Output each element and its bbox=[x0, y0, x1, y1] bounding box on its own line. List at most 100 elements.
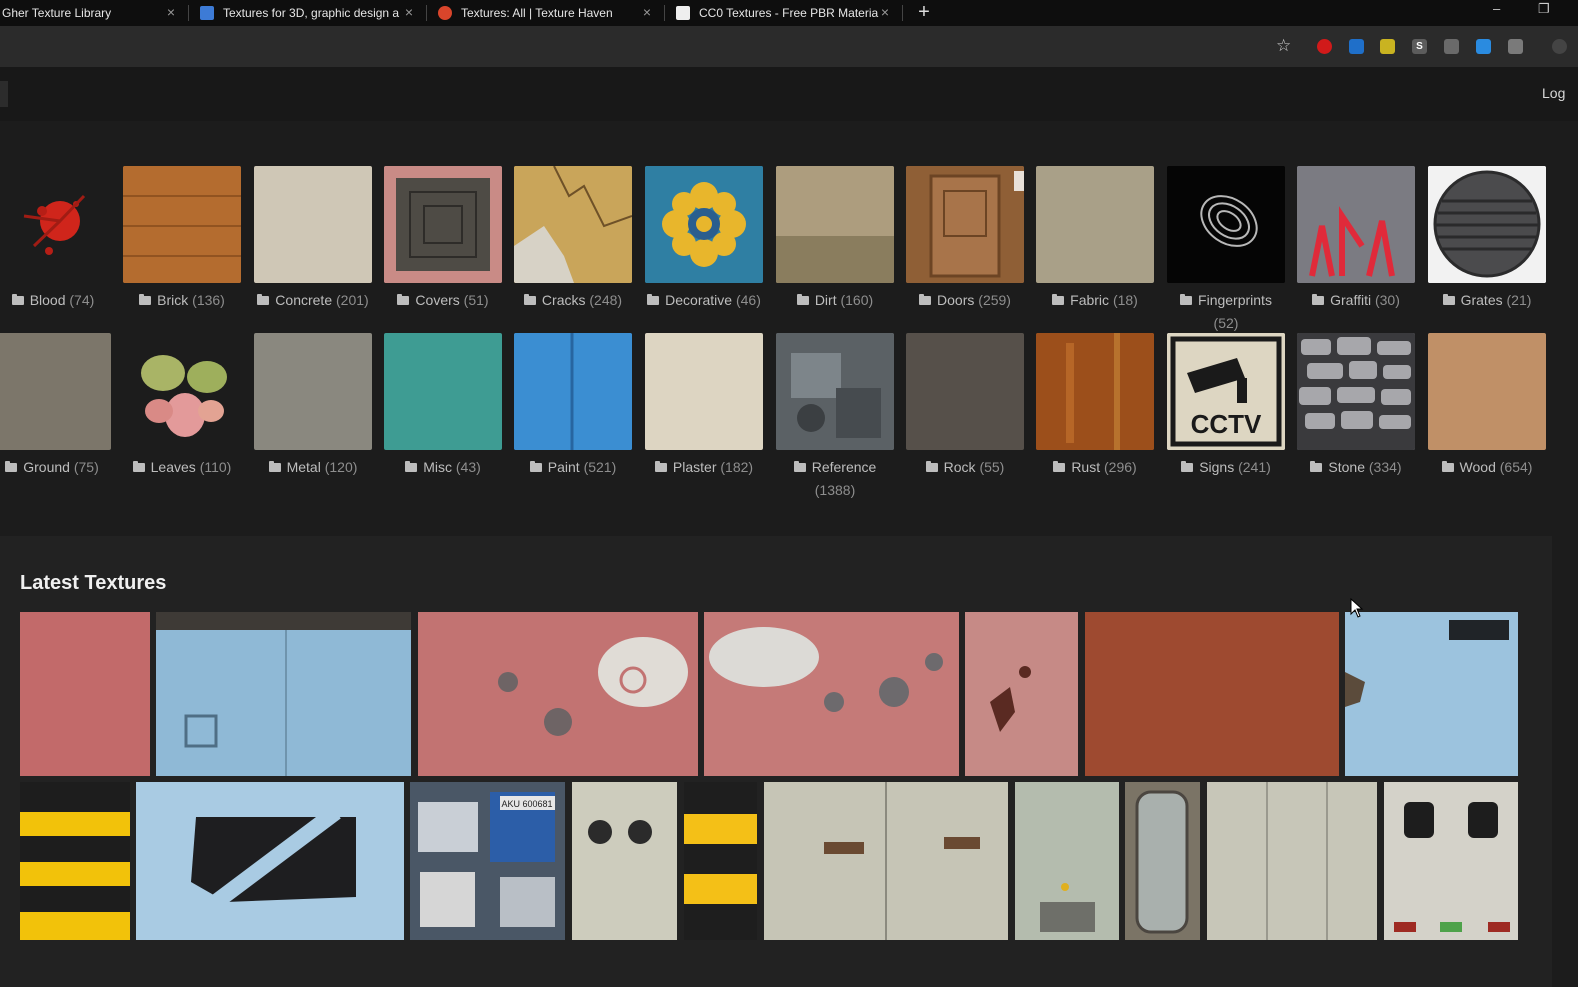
texture-tile[interactable] bbox=[20, 612, 150, 776]
category-brick[interactable]: Brick (136) bbox=[123, 166, 241, 312]
category-count: (248) bbox=[589, 292, 623, 308]
notes-icon[interactable] bbox=[1380, 39, 1395, 54]
tab-separator bbox=[664, 5, 665, 21]
texture-tile[interactable] bbox=[1015, 782, 1119, 940]
category-thumbnail bbox=[906, 333, 1024, 450]
texture-tile[interactable] bbox=[1125, 782, 1200, 940]
category-name: Reference bbox=[811, 459, 877, 475]
s-extension-icon[interactable]: S bbox=[1412, 39, 1427, 54]
translate-icon[interactable] bbox=[1349, 39, 1364, 54]
category-ground[interactable]: Ground (75) bbox=[0, 333, 111, 479]
category-name: Brick bbox=[157, 292, 189, 308]
category-count: (136) bbox=[192, 292, 225, 308]
eye-dropper-icon[interactable] bbox=[1444, 39, 1459, 54]
category-thumbnail bbox=[123, 333, 241, 450]
category-covers[interactable]: Covers (51) bbox=[384, 166, 502, 312]
category-thumbnail bbox=[1297, 333, 1415, 450]
folder-icon bbox=[268, 461, 281, 472]
site-header: Log bbox=[0, 67, 1578, 121]
category-count: (51) bbox=[463, 292, 489, 308]
category-reference[interactable]: Reference (1388) bbox=[776, 333, 894, 502]
tab-title: CC0 Textures - Free PBR Materia bbox=[699, 6, 879, 20]
folder-icon bbox=[5, 461, 18, 472]
texture-tile[interactable] bbox=[965, 612, 1078, 776]
category-metal[interactable]: Metal (120) bbox=[254, 333, 372, 479]
texture-tile[interactable] bbox=[1207, 782, 1377, 940]
category-stone[interactable]: Stone (334) bbox=[1297, 333, 1415, 479]
category-decorative[interactable]: Decorative (46) bbox=[645, 166, 763, 312]
category-name: Cracks bbox=[541, 292, 586, 308]
texture-tile[interactable] bbox=[684, 782, 757, 940]
category-name: Covers bbox=[415, 292, 460, 308]
category-name: Metal bbox=[286, 459, 321, 475]
browser-tab-4[interactable]: CC0 Textures - Free PBR Materia × bbox=[676, 0, 896, 26]
category-name: Rock bbox=[943, 459, 976, 475]
category-count: (52) bbox=[1213, 315, 1239, 331]
tab-separator bbox=[902, 5, 903, 21]
avatar[interactable] bbox=[1552, 39, 1567, 54]
category-thumbnail bbox=[384, 333, 502, 450]
new-tab-button[interactable]: + bbox=[914, 2, 934, 22]
category-fabric[interactable]: Fabric (18) bbox=[1036, 166, 1154, 312]
category-misc[interactable]: Misc (43) bbox=[384, 333, 502, 479]
close-icon[interactable]: × bbox=[164, 5, 178, 19]
texture-tile[interactable] bbox=[1085, 612, 1339, 776]
texture-tile[interactable] bbox=[418, 612, 698, 776]
login-link[interactable]: Log bbox=[1542, 85, 1565, 101]
dropbox-icon[interactable] bbox=[1476, 39, 1491, 54]
texture-tile[interactable]: AKU 600681 bbox=[410, 782, 565, 940]
category-dirt[interactable]: Dirt (160) bbox=[776, 166, 894, 312]
category-plaster[interactable]: Plaster (182) bbox=[645, 333, 763, 479]
category-graffiti[interactable]: Graffiti (30) bbox=[1297, 166, 1415, 312]
close-icon[interactable]: × bbox=[640, 5, 654, 19]
category-count: (21) bbox=[1506, 292, 1532, 308]
close-icon[interactable]: × bbox=[402, 5, 416, 19]
category-cracks[interactable]: Cracks (248) bbox=[514, 166, 632, 312]
browser-tab-3[interactable]: Textures: All | Texture Haven × bbox=[438, 0, 658, 26]
browser-tab-2[interactable]: Textures for 3D, graphic design a × bbox=[200, 0, 420, 26]
category-blood[interactable]: Blood (74) bbox=[0, 166, 112, 312]
latest-textures-section: Latest Textures AKU 600681 bbox=[0, 536, 1552, 987]
texture-tile[interactable] bbox=[20, 782, 130, 940]
category-name: Blood bbox=[29, 292, 66, 308]
ublock-icon[interactable] bbox=[1317, 39, 1332, 54]
category-count: (120) bbox=[324, 459, 358, 475]
category-name: Grates bbox=[1460, 292, 1503, 308]
category-count: (30) bbox=[1374, 292, 1400, 308]
clipboard-icon[interactable] bbox=[1508, 39, 1523, 54]
category-signs[interactable]: CCTV Signs (241) bbox=[1167, 333, 1285, 479]
category-grates[interactable]: Grates (21) bbox=[1428, 166, 1546, 312]
category-name: Plaster bbox=[672, 459, 717, 475]
category-fingerprints[interactable]: Fingerprints (52) bbox=[1167, 166, 1285, 335]
category-concrete[interactable]: Concrete (201) bbox=[254, 166, 372, 312]
texture-tile[interactable] bbox=[764, 782, 1008, 940]
category-count: (74) bbox=[69, 292, 95, 308]
category-count: (296) bbox=[1104, 459, 1137, 475]
category-doors[interactable]: Doors (259) bbox=[906, 166, 1024, 312]
texture-tile[interactable] bbox=[704, 612, 959, 776]
category-thumbnail: CCTV bbox=[1167, 333, 1285, 450]
category-rust[interactable]: Rust (296) bbox=[1036, 333, 1154, 479]
category-leaves[interactable]: Leaves (110) bbox=[123, 333, 241, 479]
category-paint[interactable]: Paint (521) bbox=[514, 333, 632, 479]
category-wood[interactable]: Wood (654) bbox=[1428, 333, 1546, 479]
category-thumbnail bbox=[645, 333, 763, 450]
category-rock[interactable]: Rock (55) bbox=[906, 333, 1024, 479]
star-icon[interactable]: ☆ bbox=[1276, 37, 1291, 54]
texture-tile[interactable] bbox=[572, 782, 677, 940]
folder-icon bbox=[647, 294, 660, 305]
category-thumbnail bbox=[384, 166, 502, 283]
browser-tab-1[interactable]: Gher Texture Library × bbox=[2, 0, 182, 26]
folder-icon bbox=[1053, 461, 1066, 472]
folder-icon bbox=[11, 294, 24, 305]
close-icon[interactable]: × bbox=[878, 5, 892, 19]
minimize-window-button[interactable]: – bbox=[1493, 1, 1500, 16]
category-name: Dirt bbox=[814, 292, 837, 308]
texture-tile[interactable] bbox=[1384, 782, 1518, 940]
folder-icon bbox=[654, 461, 667, 472]
texture-tile[interactable] bbox=[156, 612, 411, 776]
category-name: Rust bbox=[1071, 459, 1101, 475]
texture-tile[interactable] bbox=[136, 782, 404, 940]
texture-tile[interactable] bbox=[1345, 612, 1518, 776]
restore-window-button[interactable]: ❐ bbox=[1538, 1, 1550, 17]
